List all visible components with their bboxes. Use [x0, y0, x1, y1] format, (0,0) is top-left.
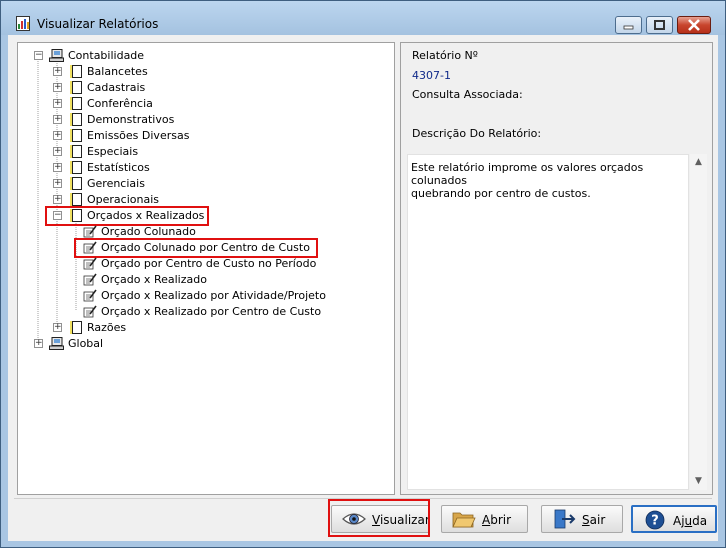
expand-icon[interactable]: + [53, 115, 62, 124]
help-icon: ? [645, 510, 665, 530]
tree-node-label: Balancetes [87, 65, 148, 78]
collapse-icon[interactable]: − [34, 51, 43, 60]
folder-book-icon [72, 161, 82, 174]
highlight-box-selected-report [74, 238, 318, 258]
folder-book-icon [72, 193, 82, 206]
minimize-button[interactable] [615, 16, 642, 34]
tree-group-balancetes[interactable]: + Balancetes [53, 64, 253, 80]
tree-report-orcado-x-realizado[interactable]: Orçado x Realizado [83, 272, 333, 288]
expand-icon[interactable]: + [53, 323, 62, 332]
folder-book-icon [72, 177, 82, 190]
report-tree[interactable]: − Contabilidade + Balancetes + Cadastrai… [17, 42, 395, 495]
close-button[interactable] [677, 16, 711, 34]
expand-icon[interactable]: + [53, 67, 62, 76]
expand-icon[interactable]: + [53, 147, 62, 156]
description-label: Descrição Do Relatório: [412, 127, 542, 140]
tree-node-label: Orçado x Realizado por Atividade/Projeto [101, 289, 326, 302]
client-area: − Contabilidade + Balancetes + Cadastrai… [8, 35, 718, 541]
description-text: Este relatório improme os valores orçado… [411, 161, 644, 200]
ajuda-button[interactable]: ? Ajuda [631, 505, 717, 533]
report-pen-icon [83, 289, 97, 302]
exit-door-icon [554, 509, 576, 529]
tree-group-estatisticos[interactable]: + Estatísticos [53, 160, 253, 176]
report-details-panel: Relatório Nº 4307-1 Consulta Associada: … [400, 42, 713, 495]
tree-node-label: Gerenciais [87, 177, 145, 190]
tree-node-label: Orçado x Realizado por Centro de Custo [101, 305, 322, 318]
tree-node-label: Razões [87, 321, 127, 334]
tree-node-label: Orçado x Realizado [101, 273, 207, 286]
tree-node-label: Estatísticos [87, 161, 150, 174]
tree-node-label: Contabilidade [68, 49, 145, 62]
folder-book-icon [72, 97, 82, 110]
folder-book-icon [72, 65, 82, 78]
scroll-up-arrow-icon[interactable]: ▲ [690, 154, 707, 171]
expand-icon[interactable]: + [53, 83, 62, 92]
tree-group-emissoes-diversas[interactable]: + Emissões Diversas [53, 128, 253, 144]
app-report-icon [16, 16, 30, 31]
tree-node-contabilidade[interactable]: − Contabilidade [34, 48, 234, 64]
minimize-icon [623, 25, 634, 30]
folder-book-icon [72, 145, 82, 158]
abrir-button[interactable]: Abrir [441, 505, 528, 533]
expand-icon[interactable]: + [34, 339, 43, 348]
scroll-down-arrow-icon[interactable]: ▼ [690, 473, 707, 490]
maximize-icon [654, 20, 665, 30]
button-bar: Visualizar Abrir Sair ? Ajuda [14, 498, 717, 537]
tree-node-label: Cadastrais [87, 81, 146, 94]
title-bar[interactable]: Visualizar Relatórios [1, 1, 725, 35]
report-viewer-window: Visualizar Relatórios − Contabilidade + … [0, 0, 726, 548]
report-pen-icon [83, 225, 97, 238]
sair-button[interactable]: Sair [541, 505, 623, 533]
tree-report-orcado-x-realizado-atividade[interactable]: Orçado x Realizado por Atividade/Projeto [83, 288, 353, 304]
tree-group-cadastrais[interactable]: + Cadastrais [53, 80, 253, 96]
ajuda-label: Ajuda [673, 514, 708, 528]
associated-query-label: Consulta Associada: [412, 88, 523, 101]
tree-node-label: Orçado por Centro de Custo no Período [101, 257, 317, 270]
tree-node-label: Global [68, 337, 104, 350]
tree-group-gerenciais[interactable]: + Gerenciais [53, 176, 253, 192]
report-pen-icon [83, 257, 97, 270]
folder-book-icon [72, 113, 82, 126]
svg-text:?: ? [651, 514, 659, 529]
sair-label: Sair [582, 513, 606, 527]
computer-icon [49, 49, 64, 62]
report-number-value: 4307-1 [412, 69, 451, 82]
expand-icon[interactable]: + [53, 179, 62, 188]
abrir-label: Abrir [482, 513, 512, 527]
folder-book-icon [72, 129, 82, 142]
tree-report-orcado-x-realizado-centro-custo[interactable]: Orçado x Realizado por Centro de Custo [83, 304, 353, 320]
tree-group-demonstrativos[interactable]: + Demonstrativos [53, 112, 253, 128]
description-textbox[interactable]: Este relatório improme os valores orçado… [407, 154, 689, 490]
expand-icon[interactable]: + [53, 131, 62, 140]
highlight-box-group [45, 206, 209, 226]
window-title: Visualizar Relatórios [37, 17, 159, 31]
folder-book-icon [72, 321, 82, 334]
tree-report-orcado-centro-custo-periodo[interactable]: Orçado por Centro de Custo no Período [83, 256, 343, 272]
tree-group-razoes[interactable]: + Razões [53, 320, 253, 336]
close-icon [688, 19, 700, 31]
tree-node-global[interactable]: + Global [34, 336, 234, 352]
tree-group-conferencia[interactable]: + Conferência [53, 96, 253, 112]
report-pen-icon [83, 305, 97, 318]
tree-node-label: Conferência [87, 97, 153, 110]
tree-node-label: Especiais [87, 145, 139, 158]
highlight-box-visualizar [328, 499, 430, 537]
open-folder-icon [452, 512, 476, 528]
computer-icon [49, 337, 64, 350]
expand-icon[interactable]: + [53, 195, 62, 204]
tree-group-especiais[interactable]: + Especiais [53, 144, 253, 160]
report-number-label: Relatório Nº [412, 49, 478, 62]
tree-node-label: Emissões Diversas [87, 129, 190, 142]
expand-icon[interactable]: + [53, 99, 62, 108]
tree-node-label: Demonstrativos [87, 113, 175, 126]
maximize-button[interactable] [646, 16, 673, 34]
description-scrollbar[interactable]: ▲ ▼ [690, 154, 707, 490]
report-pen-icon [83, 273, 97, 286]
expand-icon[interactable]: + [53, 163, 62, 172]
folder-book-icon [72, 81, 82, 94]
